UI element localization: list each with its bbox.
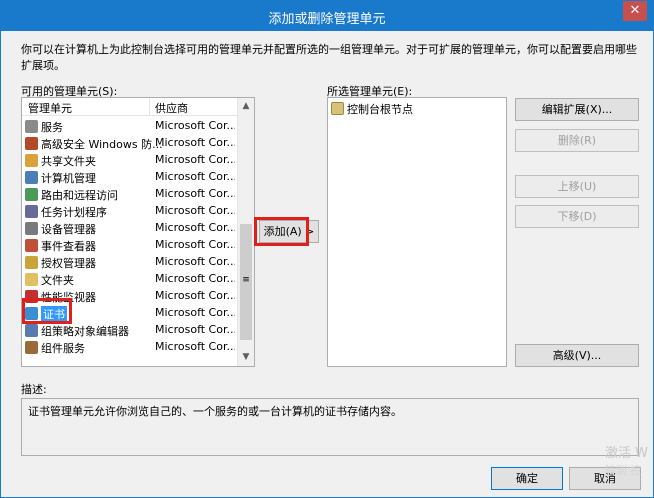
snapin-vendor: Microsoft Cor... xyxy=(155,170,235,183)
snapin-name: 服务 xyxy=(41,121,63,134)
snapin-name: 高级安全 Windows 防... xyxy=(41,138,163,151)
snapin-row[interactable]: 路由和远程访问 Microsoft Cor... xyxy=(22,186,238,203)
available-snapins-list[interactable]: 管理单元 供应商 服务 Microsoft Cor... 高级安全 Windows … xyxy=(21,97,255,367)
snapin-vendor: Microsoft Cor... xyxy=(155,323,235,336)
clock-icon xyxy=(25,205,38,218)
snapin-vendor: Microsoft Cor... xyxy=(155,153,235,166)
description-label: 描述: xyxy=(21,383,47,396)
group-policy-icon xyxy=(25,324,38,337)
snapin-vendor: Microsoft Cor... xyxy=(155,340,235,353)
window-title: 添加或删除管理单元 xyxy=(268,12,386,27)
snapin-vendor: Microsoft Cor... xyxy=(155,136,235,149)
activation-watermark-sub: 转到'控 xyxy=(605,464,642,477)
snapin-vendor: Microsoft Cor... xyxy=(155,204,235,217)
shared-folder-icon xyxy=(25,154,38,167)
snapin-row[interactable]: 组策略对象编辑器 Microsoft Cor... xyxy=(22,322,238,339)
advanced-button[interactable]: 高级(V)... xyxy=(515,344,639,367)
remove-button[interactable]: 删除(R) xyxy=(515,129,639,152)
snapin-row[interactable]: 设备管理器 Microsoft Cor... xyxy=(22,220,238,237)
snapin-vendor: Microsoft Cor... xyxy=(155,272,235,285)
certificate-highlight xyxy=(22,298,72,324)
gear-icon xyxy=(25,120,38,133)
header-separator xyxy=(149,98,150,116)
scrollbar-thumb[interactable]: ≡ xyxy=(240,224,252,340)
description-box: 证书管理单元允许你浏览自己的、一个服务的或一台计算机的证书存储内容。 xyxy=(21,398,639,456)
move-up-button[interactable]: 上移(U) xyxy=(515,175,639,198)
device-manager-icon xyxy=(25,222,38,235)
list-header: 管理单元 供应商 xyxy=(22,98,238,116)
authorization-icon xyxy=(25,256,38,269)
snapin-vendor: Microsoft Cor... xyxy=(155,221,235,234)
snapin-vendor: Microsoft Cor... xyxy=(155,255,235,268)
ok-button[interactable]: 确定 xyxy=(491,467,563,490)
routing-icon xyxy=(25,188,38,201)
close-button[interactable]: ✕ xyxy=(623,1,647,21)
computer-management-icon xyxy=(25,171,38,184)
component-services-icon xyxy=(25,341,38,354)
intro-text: 你可以在计算机上为此控制台选择可用的管理单元并配置所选的一组管理单元。对于可扩展… xyxy=(21,43,637,72)
move-down-button[interactable]: 下移(D) xyxy=(515,205,639,228)
snapin-row[interactable]: 计算机管理 Microsoft Cor... xyxy=(22,169,238,186)
snapin-row[interactable]: 服务 Microsoft Cor... xyxy=(22,118,238,135)
snapin-row[interactable]: 事件查看器 Microsoft Cor... xyxy=(22,237,238,254)
snapin-name: 设备管理器 xyxy=(41,223,96,236)
snapin-row[interactable]: 任务计划程序 Microsoft Cor... xyxy=(22,203,238,220)
snapin-name: 路由和远程访问 xyxy=(41,189,118,202)
snapin-vendor: Microsoft Cor... xyxy=(155,238,235,251)
firewall-icon xyxy=(25,137,38,150)
selected-snapins-list[interactable]: 控制台根节点 xyxy=(327,97,507,367)
folder-icon xyxy=(25,273,38,286)
grip-icon: ≡ xyxy=(242,275,250,285)
snapin-row[interactable]: 高级安全 Windows 防... Microsoft Cor... xyxy=(22,135,238,152)
snapin-name: 共享文件夹 xyxy=(41,155,96,168)
snapin-name: 授权管理器 xyxy=(41,257,96,270)
snapin-row[interactable]: 共享文件夹 Microsoft Cor... xyxy=(22,152,238,169)
snapin-row[interactable]: 组件服务 Microsoft Cor... xyxy=(22,339,238,356)
snapin-vendor: Microsoft Cor... xyxy=(155,289,235,302)
console-root-label: 控制台根节点 xyxy=(347,103,413,116)
edit-extensions-button[interactable]: 编辑扩展(X)... xyxy=(515,98,639,121)
snapin-name: 组件服务 xyxy=(41,342,85,355)
scroll-down-icon[interactable]: ▼ xyxy=(238,349,254,366)
console-root-item[interactable]: 控制台根节点 xyxy=(328,100,506,117)
title-bar[interactable]: 添加或删除管理单元 ✕ xyxy=(1,1,653,31)
snapin-row[interactable]: 授权管理器 Microsoft Cor... xyxy=(22,254,238,271)
event-viewer-icon xyxy=(25,239,38,252)
snapin-name: 文件夹 xyxy=(41,274,74,287)
scroll-up-icon[interactable]: ▲ xyxy=(238,98,254,115)
snapin-vendor: Microsoft Cor... xyxy=(155,187,235,200)
column-header-vendor[interactable]: 供应商 xyxy=(155,100,188,116)
snapin-name: 事件查看器 xyxy=(41,240,96,253)
snapin-name: 计算机管理 xyxy=(41,172,96,185)
description-text: 证书管理单元允许你浏览自己的、一个服务的或一台计算机的证书存储内容。 xyxy=(28,405,402,418)
snapin-name: 组策略对象编辑器 xyxy=(41,325,129,338)
snapin-name: 任务计划程序 xyxy=(41,206,107,219)
list-scrollbar[interactable]: ▲ ≡ ▼ xyxy=(237,98,254,366)
column-header-name[interactable]: 管理单元 xyxy=(28,100,72,116)
add-remove-snapins-dialog: 添加或删除管理单元 ✕ 你可以在计算机上为此控制台选择可用的管理单元并配置所选的… xyxy=(0,0,654,498)
snapin-vendor: Microsoft Cor... xyxy=(155,306,235,319)
add-button-highlight xyxy=(254,217,309,246)
snapin-vendor: Microsoft Cor... xyxy=(155,119,235,132)
snapin-row[interactable]: 文件夹 Microsoft Cor... xyxy=(22,271,238,288)
activation-watermark: 激活 W xyxy=(605,446,648,461)
folder-icon xyxy=(331,102,344,115)
